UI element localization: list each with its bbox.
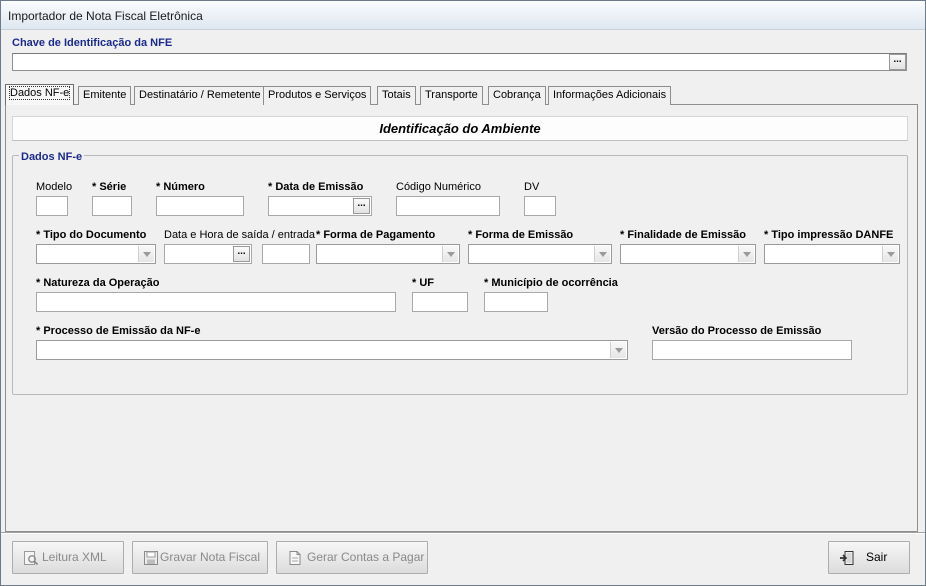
ambiente-header: Identificação do Ambiente — [12, 116, 908, 141]
sair-label: Sair — [866, 550, 888, 564]
numero-label: * Número — [156, 181, 205, 193]
serie-input[interactable] — [92, 196, 132, 216]
versao-processo-label: Versão do Processo de Emissão — [652, 325, 822, 337]
document-icon — [289, 551, 301, 565]
hora-saida-input[interactable] — [262, 244, 310, 264]
leitura-xml-button[interactable]: Leitura XML — [12, 541, 124, 574]
forma-pagamento-label: * Forma de Pagamento — [316, 229, 436, 241]
codigo-numerico-input[interactable] — [396, 196, 500, 216]
modelo-label: Modelo — [36, 181, 73, 193]
data-hora-saida-label: Data e Hora de saída / entrada — [164, 229, 316, 241]
tab-produtos-servicos[interactable]: Produtos e Serviços — [263, 86, 372, 105]
title-bar: Importador de Nota Fiscal Eletrônica — [1, 1, 925, 30]
finalidade-emissao-label: * Finalidade de Emissão — [620, 229, 746, 241]
chevron-down-icon[interactable] — [882, 246, 898, 262]
tab-destinatario-remetente[interactable]: Destinatário / Remetente — [134, 86, 266, 105]
forma-emissao-select[interactable] — [468, 244, 612, 264]
tab-totais[interactable]: Totais — [377, 86, 416, 105]
tab-informacoes-adicionais[interactable]: Informações Adicionais — [548, 86, 672, 105]
main-window: Importador de Nota Fiscal Eletrônica Cha… — [0, 0, 926, 586]
uf-input[interactable] — [412, 292, 468, 312]
serie-label: * Série — [92, 181, 127, 193]
sair-button[interactable]: Sair — [828, 541, 910, 574]
tab-transporte[interactable]: Transporte — [420, 86, 483, 105]
gravar-nota-label: Gravar Nota Fiscal — [160, 550, 261, 564]
chevron-down-icon[interactable] — [442, 246, 458, 262]
gerar-contas-label: Gerar Contas a Pagar — [307, 550, 425, 564]
chave-input[interactable] — [12, 53, 907, 71]
data-emissao-button[interactable]: ... — [353, 198, 370, 214]
bottom-separator — [1, 532, 925, 534]
exit-door-icon — [840, 551, 854, 565]
forma-emissao-label: * Forma de Emissão — [468, 229, 574, 241]
tab-dados-nfe[interactable]: Dados NF-e — [5, 84, 75, 105]
tipo-documento-label: * Tipo do Documento — [36, 229, 147, 241]
numero-input[interactable] — [156, 196, 244, 216]
municipio-label: * Município de ocorrência — [484, 277, 618, 289]
processo-emissao-select[interactable] — [36, 340, 628, 360]
leitura-xml-label: Leitura XML — [42, 550, 107, 564]
versao-processo-input[interactable] — [652, 340, 852, 360]
uf-label: * UF — [412, 277, 434, 289]
gerar-contas-button[interactable]: Gerar Contas a Pagar — [276, 541, 428, 574]
forma-pagamento-select[interactable] — [316, 244, 460, 264]
municipio-input[interactable] — [484, 292, 548, 312]
processo-emissao-label: * Processo de Emissão da NF-e — [36, 325, 201, 337]
dv-label: DV — [524, 181, 540, 193]
data-emissao-label: * Data de Emissão — [268, 181, 364, 193]
chevron-down-icon[interactable] — [610, 342, 626, 358]
dv-input[interactable] — [524, 196, 556, 216]
group-legend: Dados NF-e — [19, 151, 85, 163]
natureza-operacao-input[interactable] — [36, 292, 396, 312]
tab-cobranca[interactable]: Cobrança — [488, 86, 546, 105]
tab-emitente[interactable]: Emitente — [78, 86, 132, 105]
natureza-operacao-label: * Natureza da Operação — [36, 277, 160, 289]
chevron-down-icon[interactable] — [594, 246, 610, 262]
window-title: Importador de Nota Fiscal Eletrônica — [8, 9, 203, 23]
tipo-impressao-label: * Tipo impressão DANFE — [764, 229, 894, 241]
chevron-down-icon[interactable] — [738, 246, 754, 262]
data-saida-button[interactable]: ... — [233, 246, 250, 262]
save-disk-icon — [144, 551, 158, 565]
chevron-down-icon[interactable] — [138, 246, 154, 262]
finalidade-emissao-select[interactable] — [620, 244, 756, 264]
modelo-input[interactable] — [36, 196, 68, 216]
tipo-documento-select[interactable] — [36, 244, 156, 264]
magnifier-document-icon — [24, 551, 39, 566]
codigo-numerico-label: Código Numérico — [396, 181, 481, 193]
chave-label: Chave de Identificação da NFE — [12, 37, 173, 49]
gravar-nota-button[interactable]: Gravar Nota Fiscal — [132, 541, 268, 574]
tipo-impressao-select[interactable] — [764, 244, 900, 264]
chave-lookup-button[interactable]: ... — [889, 54, 906, 70]
